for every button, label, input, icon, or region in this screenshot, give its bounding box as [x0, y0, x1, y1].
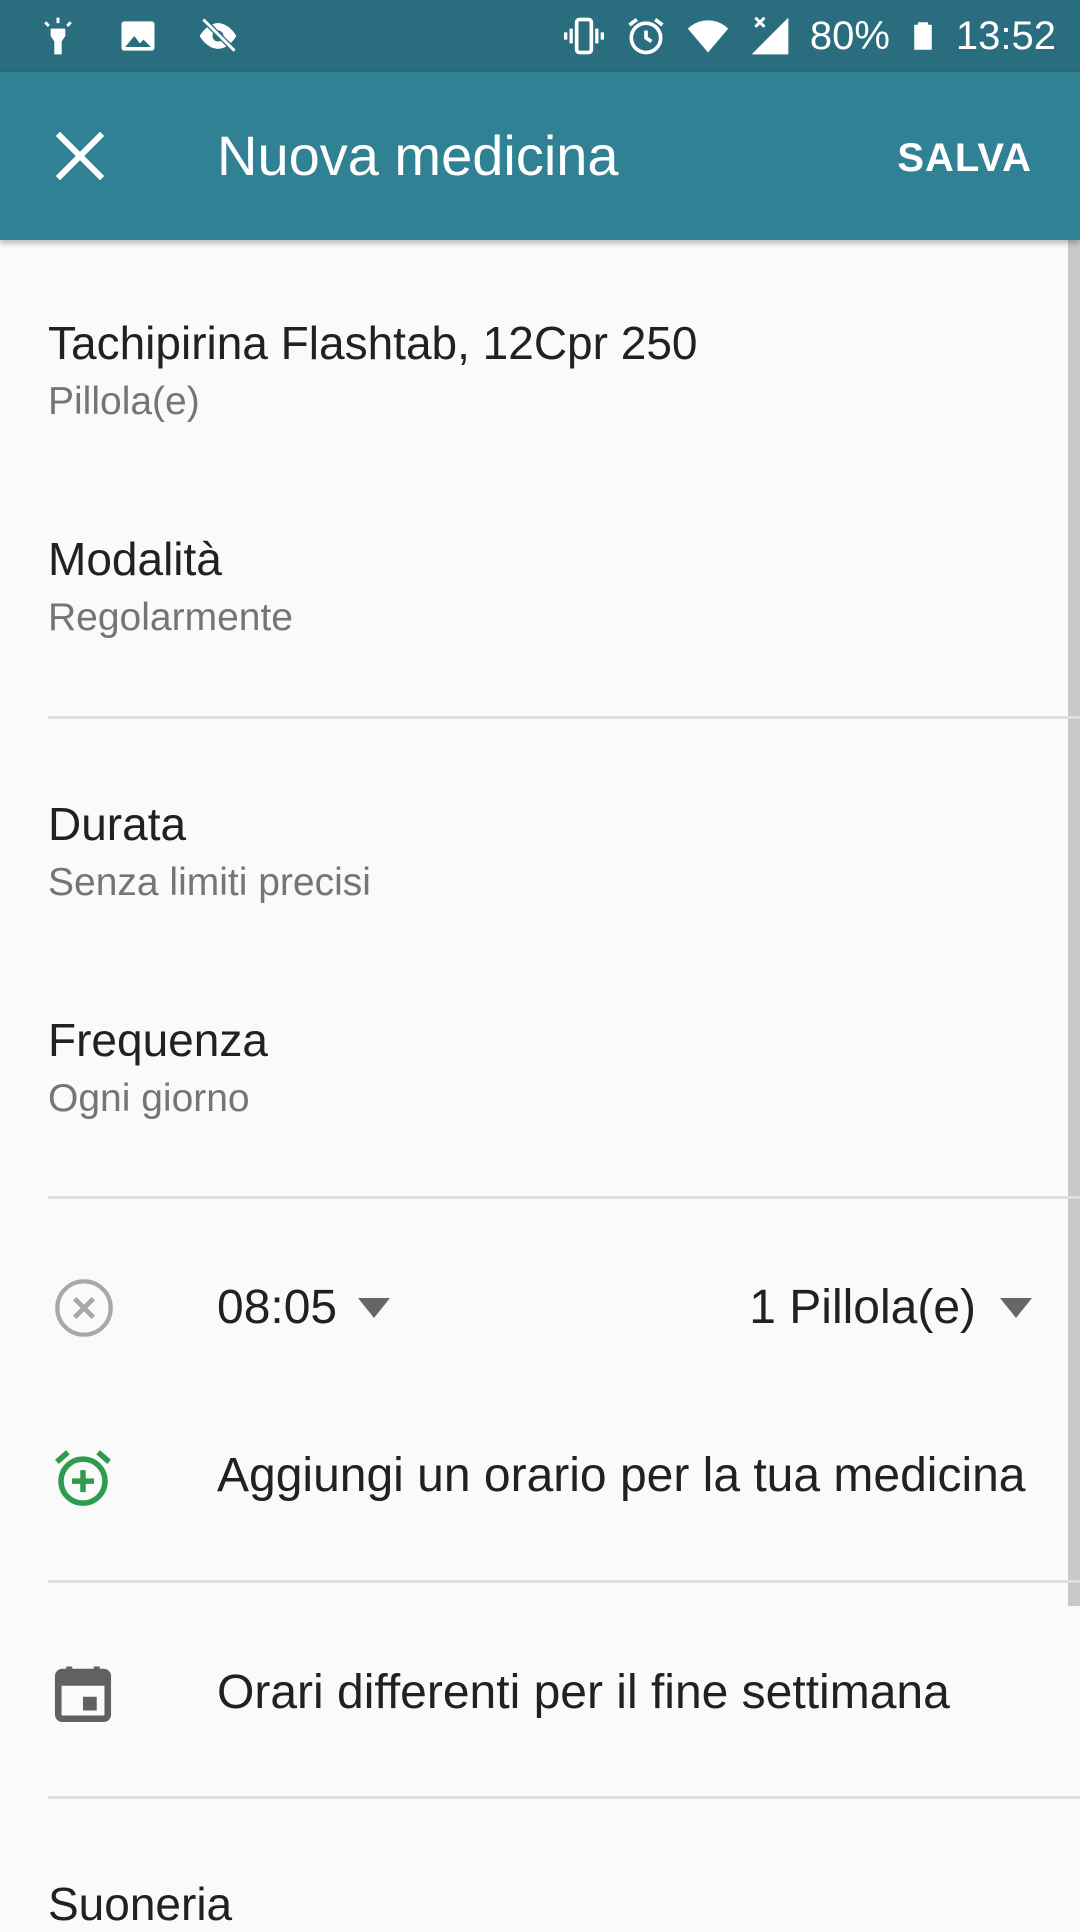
medicine-name: Tachipirina Flashtab, 12Cpr 250 [48, 317, 698, 369]
add-time-row[interactable]: Aggiungi un orario per la tua medicina [0, 1426, 1080, 1526]
alarm-icon [628, 18, 664, 55]
close-icon[interactable] [50, 126, 110, 186]
app-bar: Nuova medicina SALVA [0, 72, 1080, 240]
status-bar: 80% 13:52 [0, 0, 1080, 72]
schedule-row: 08:05 1 Pillola(e) [0, 1258, 1080, 1358]
mode-item[interactable]: Modalità Regolarmente [48, 531, 293, 643]
add-time-label: Aggiungi un orario per la tua medicina [217, 1449, 1026, 1502]
chevron-down-icon[interactable] [358, 1298, 390, 1318]
weekend-row[interactable]: Orari differenti per il fine settimana [0, 1643, 1080, 1743]
status-icons-right: 80% 13:52 [562, 8, 1056, 64]
eye-off-icon [199, 17, 237, 53]
dose-value[interactable]: 1 Pillola(e) [749, 1280, 976, 1336]
status-icons-left [36, 12, 240, 60]
alarm-add-icon [55, 1450, 111, 1506]
flashlight-icon [44, 17, 72, 55]
frequency-item[interactable]: Frequenza Ogni giorno [48, 1012, 268, 1124]
scrollbar[interactable] [1068, 240, 1080, 1606]
frequency-label: Frequenza [48, 1014, 268, 1066]
frequency-value: Ogni giorno [48, 1077, 250, 1120]
time-value[interactable]: 08:05 [217, 1280, 337, 1336]
page-title: Nuova medicina [217, 124, 619, 187]
ringtone-label: Suoneria [48, 1878, 233, 1930]
image-icon [121, 21, 155, 51]
signal-icon [751, 16, 789, 55]
remove-time-icon[interactable] [52, 1276, 116, 1340]
vibrate-icon [563, 17, 604, 55]
weekend-label: Orari differenti per il fine settimana [217, 1666, 950, 1719]
medicine-form: Pillola(e) [48, 380, 200, 423]
divider [48, 1796, 1080, 1799]
battery-icon [914, 22, 932, 50]
calendar-icon [54, 1666, 112, 1723]
ringtone-item[interactable]: Suoneria [48, 1876, 232, 1932]
save-button[interactable]: SALVA [897, 134, 1032, 182]
divider [48, 1580, 1080, 1583]
form-content[interactable]: Tachipirina Flashtab, 12Cpr 250 Pillola(… [0, 240, 1080, 1930]
battery-percent: 80% [809, 14, 890, 58]
clock: 13:52 [955, 14, 1056, 58]
duration-label: Durata [48, 798, 187, 850]
chevron-down-icon[interactable] [1000, 1298, 1032, 1318]
divider [48, 716, 1080, 719]
mode-value: Regolarmente [48, 596, 293, 639]
duration-value: Senza limiti precisi [48, 861, 371, 904]
mode-label: Modalità [48, 533, 222, 585]
divider [48, 1196, 1080, 1199]
duration-item[interactable]: Durata Senza limiti precisi [48, 796, 371, 908]
medicine-item[interactable]: Tachipirina Flashtab, 12Cpr 250 Pillola(… [48, 315, 697, 427]
wifi-icon [687, 20, 728, 53]
